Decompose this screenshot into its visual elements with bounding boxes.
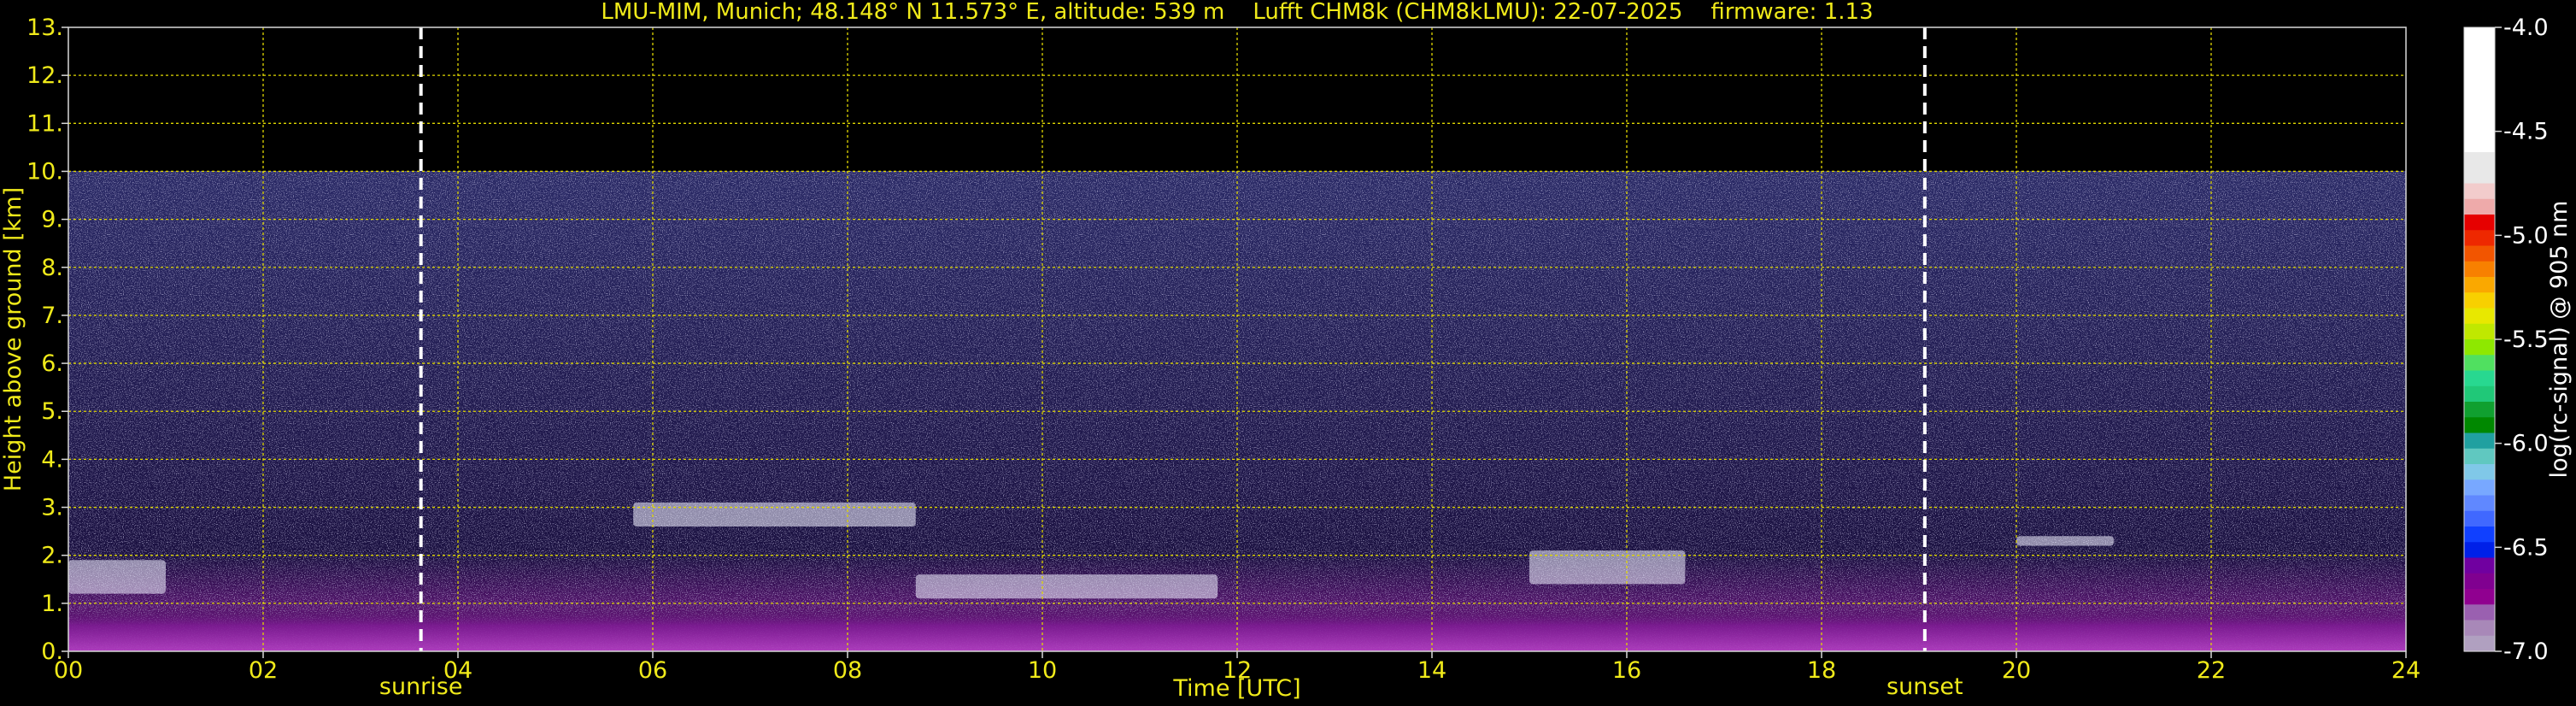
plot-area <box>68 27 2406 651</box>
colorbar-swatch <box>2464 432 2495 450</box>
sunrise-label: sunrise <box>379 674 463 700</box>
colorbar-swatch <box>2464 292 2495 309</box>
x-tick-label: 24 <box>2391 657 2421 684</box>
colorbar-swatch <box>2464 402 2495 418</box>
y-tick-label: 3. <box>41 495 63 521</box>
colorbar-swatch <box>2464 90 2495 106</box>
y-tick-label: 8. <box>41 255 63 281</box>
colorbar-swatch <box>2464 230 2495 247</box>
y-tick-label: 5. <box>41 398 63 425</box>
colorbar-tick-label: -6.5 <box>2503 534 2549 561</box>
colorbar-swatch <box>2464 308 2495 325</box>
colorbar-label: log(rc-signal) @ 905 nm <box>2546 201 2573 479</box>
y-tick-label: 12. <box>26 62 63 89</box>
colorbar-swatch <box>2464 527 2495 543</box>
colorbar-swatch <box>2464 43 2495 60</box>
y-tick-label: 6. <box>41 350 63 377</box>
colorbar-swatch <box>2464 198 2495 215</box>
colorbar-swatch <box>2464 74 2495 91</box>
cloud-layer-midday <box>633 502 916 527</box>
colorbar-swatch <box>2464 479 2495 497</box>
colorbar-swatch <box>2464 542 2495 559</box>
colorbar-swatch <box>2464 385 2495 403</box>
colorbar-swatch <box>2464 105 2495 122</box>
x-axis-label: Time [UTC] <box>1172 675 1300 702</box>
y-tick-label: 4. <box>41 446 63 473</box>
colorbar-swatch <box>2464 183 2495 200</box>
colorbar-swatch <box>2464 136 2495 153</box>
colorbar-swatch <box>2464 464 2495 480</box>
ceilometer-chart: 0.1.2.3.4.5.6.7.8.9.10.11.12.13. 00 02 04 0… <box>0 0 2573 702</box>
colorbar-swatch <box>2464 635 2495 652</box>
cloud-layer-afternoon <box>915 574 1218 599</box>
y-tick-label: 9. <box>41 207 63 233</box>
colorbar-swatch <box>2464 261 2495 278</box>
colorbar-swatch <box>2464 121 2495 138</box>
colorbar-swatch <box>2464 495 2495 512</box>
y-tick-label: 1. <box>41 591 63 617</box>
colorbar-tick-label: -5.5 <box>2503 327 2549 353</box>
y-tick-label: 7. <box>41 303 63 329</box>
colorbar-swatch <box>2464 448 2495 465</box>
cloud-layer-morning <box>68 560 166 594</box>
colorbar-tick-label: -5.0 <box>2503 222 2549 249</box>
colorbar-tick-label: -4.5 <box>2503 119 2549 145</box>
x-tick-label: 20 <box>2002 657 2031 684</box>
sunset-label: sunset <box>1887 674 1963 700</box>
colorbar-swatch <box>2464 245 2495 262</box>
cloud-layer-evening <box>2016 536 2114 546</box>
colorbar-swatch <box>2464 27 2495 44</box>
colorbar-swatch <box>2464 620 2495 637</box>
colorbar-swatch <box>2464 277 2495 293</box>
colorbar-swatch <box>2464 215 2495 231</box>
y-tick-label: 13. <box>26 15 63 41</box>
colorbar-swatch <box>2464 604 2495 621</box>
colorbar-tick-label: -6.0 <box>2503 431 2549 457</box>
x-tick-label: 10 <box>1028 657 1057 684</box>
x-tick-label: 00 <box>54 657 83 684</box>
colorbar-swatch <box>2464 355 2495 372</box>
colorbar-swatch <box>2464 370 2495 387</box>
y-tick-label: 11. <box>26 110 63 137</box>
y-axis-label: Height above ground [km] <box>0 187 26 491</box>
colorbar-swatch <box>2464 417 2495 434</box>
colorbar-swatch <box>2464 168 2495 185</box>
colorbar-swatch <box>2464 589 2495 605</box>
x-tick-label: 14 <box>1417 657 1446 684</box>
y-tick-label: 10. <box>26 158 63 185</box>
colorbar-swatch <box>2464 573 2495 590</box>
x-tick-label: 08 <box>833 657 862 684</box>
colorbar-swatch <box>2464 557 2495 574</box>
chart-title: LMU-MIM, Munich; 48.148° N 11.573° E, al… <box>601 0 1873 25</box>
colorbar-swatch <box>2464 152 2495 168</box>
y-tick-label: 2. <box>41 543 63 569</box>
colorbar-swatch <box>2464 510 2495 527</box>
colorbar-swatch <box>2464 339 2495 356</box>
colorbar-tick-label: -4.0 <box>2503 15 2549 41</box>
x-tick-label: 02 <box>249 657 278 684</box>
x-tick-label: 06 <box>638 657 667 684</box>
colorbar <box>2463 26 2496 652</box>
colorbar-tick-label: -7.0 <box>2503 638 2549 665</box>
x-tick-label: 16 <box>1612 657 1641 684</box>
colorbar-swatch <box>2464 323 2495 340</box>
x-tick-label: 22 <box>2197 657 2226 684</box>
x-tick-label: 18 <box>1807 657 1836 684</box>
colorbar-swatch <box>2464 58 2495 75</box>
